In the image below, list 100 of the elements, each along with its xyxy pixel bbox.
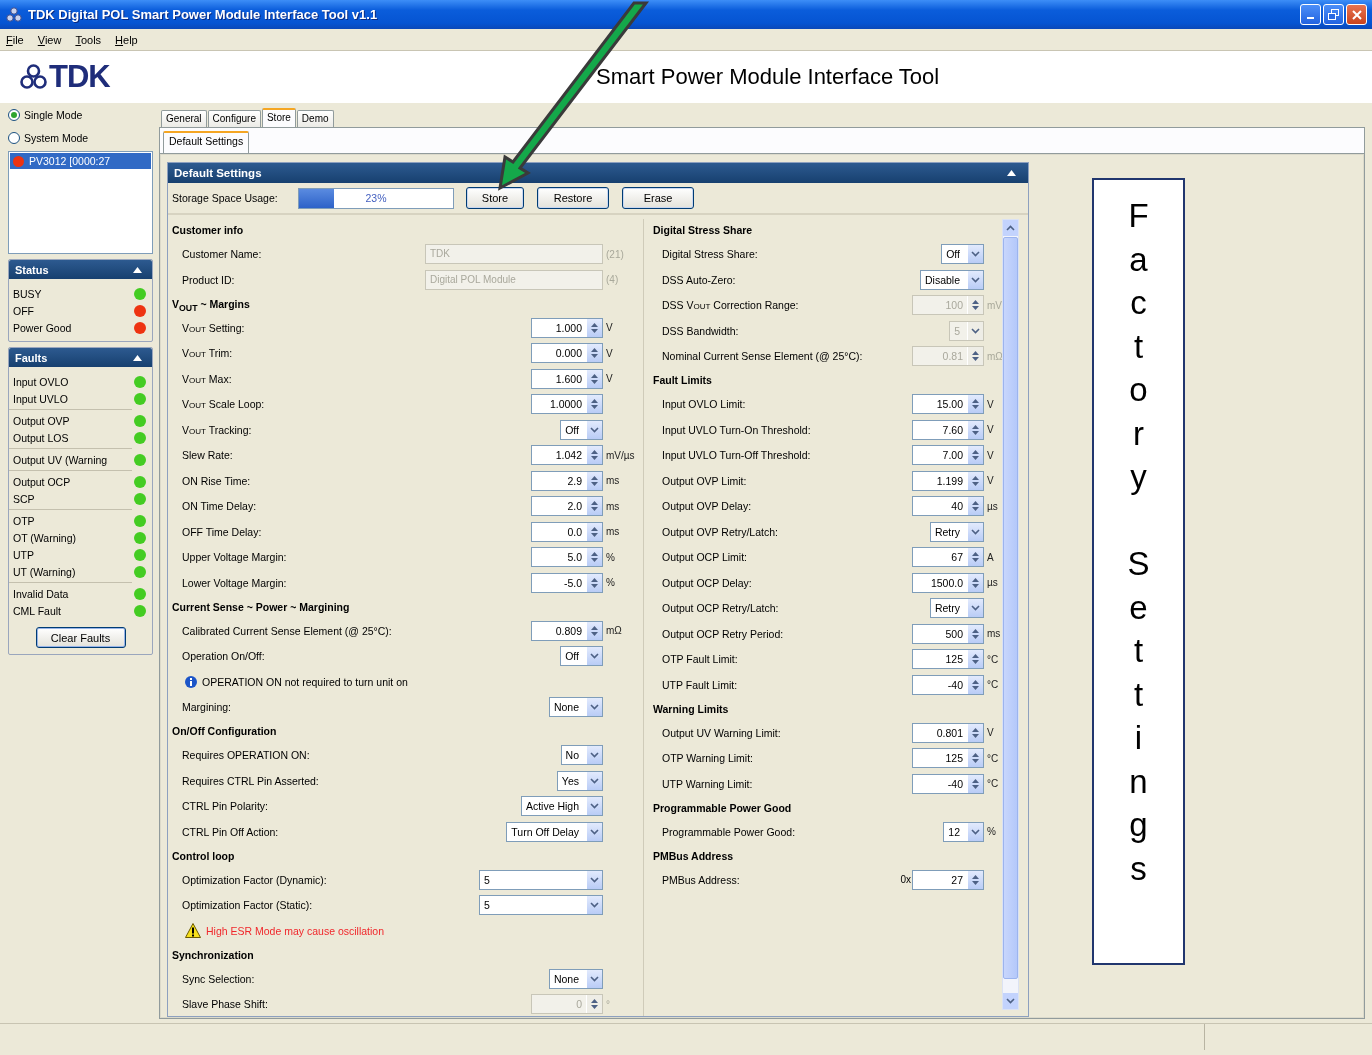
stepper-buttons[interactable] (967, 446, 983, 465)
dropdown[interactable]: Yes (556, 770, 603, 791)
stepper-buttons[interactable] (586, 395, 602, 414)
tab[interactable]: Configure (207, 110, 261, 127)
number-field[interactable]: 0.809 (531, 620, 603, 641)
tab[interactable]: Demo (296, 110, 334, 127)
dropdown[interactable]: Active High (520, 796, 603, 817)
menu-item[interactable]: Help (115, 33, 138, 46)
tab[interactable]: Default Settings (163, 131, 250, 153)
stepper-buttons[interactable] (967, 573, 983, 592)
number-field[interactable]: 7.00 (912, 445, 984, 466)
tab[interactable]: General (161, 110, 207, 127)
dropdown[interactable]: Retry (929, 598, 984, 619)
action-button[interactable]: Restore (537, 187, 609, 209)
dropdown-arrow-button[interactable] (586, 698, 602, 717)
number-field[interactable]: -40 (912, 773, 984, 794)
number-field[interactable]: 125 (912, 748, 984, 769)
dropdown[interactable]: Turn Off Delay (506, 821, 603, 842)
dropdown[interactable]: None (548, 697, 603, 718)
stepper-buttons[interactable] (967, 395, 983, 414)
number-field[interactable]: 1.042 (531, 445, 603, 466)
dropdown-arrow-button[interactable] (586, 771, 602, 790)
number-field[interactable]: 1.000 (531, 317, 603, 338)
number-field[interactable]: 125 (912, 649, 984, 670)
stepper-buttons[interactable] (967, 497, 983, 516)
clear-faults-button[interactable]: Clear Faults (35, 627, 126, 648)
number-field[interactable]: 2.0 (531, 496, 603, 517)
stepper-buttons[interactable] (586, 522, 602, 541)
dropdown-arrow-button[interactable] (586, 896, 602, 915)
dropdown[interactable]: Retry (929, 521, 984, 542)
number-field[interactable]: 0.0 (531, 521, 603, 542)
dropdown[interactable]: Disable (919, 269, 984, 290)
number-field[interactable]: 0.801 (912, 722, 984, 743)
number-field[interactable]: 2.9 (531, 470, 603, 491)
dropdown-arrow-button[interactable] (967, 245, 983, 264)
radio-button[interactable] (8, 131, 20, 144)
restore-button[interactable] (1323, 4, 1344, 25)
dropdown-arrow-button[interactable] (586, 870, 602, 889)
stepper-buttons[interactable] (586, 318, 602, 337)
radio-button[interactable] (8, 108, 20, 121)
stepper-buttons[interactable] (967, 548, 983, 567)
menu-item[interactable]: View (37, 33, 62, 46)
number-field[interactable]: -40 (912, 674, 984, 695)
dropdown-arrow-button[interactable] (586, 647, 602, 666)
dropdown-arrow-button[interactable] (967, 822, 983, 841)
stepper-buttons[interactable] (967, 870, 983, 889)
dropdown[interactable]: Off (560, 419, 603, 440)
number-field[interactable]: 1.0000 (531, 394, 603, 415)
stepper-buttons[interactable] (586, 471, 602, 490)
dropdown[interactable]: No (560, 745, 603, 766)
number-field[interactable]: 1500.0 (912, 572, 984, 593)
dropdown-arrow-button[interactable] (586, 822, 602, 841)
stepper-buttons[interactable] (967, 723, 983, 742)
menu-item[interactable]: File (6, 33, 24, 46)
dropdown[interactable]: None (548, 968, 603, 989)
dropdown[interactable]: 5 (479, 869, 603, 890)
number-field[interactable]: 5.0 (531, 547, 603, 568)
stepper-buttons[interactable] (586, 548, 602, 567)
stepper-buttons[interactable] (967, 774, 983, 793)
dropdown-arrow-button[interactable] (586, 797, 602, 816)
number-field[interactable]: 27 (912, 869, 984, 890)
stepper-buttons[interactable] (586, 573, 602, 592)
tab[interactable]: Store (261, 108, 296, 127)
dropdown[interactable]: Off (560, 646, 603, 667)
dropdown-arrow-button[interactable] (967, 270, 983, 289)
dropdown-arrow-button[interactable] (586, 969, 602, 988)
number-field[interactable]: 15.00 (912, 394, 984, 415)
stepper-buttons[interactable] (967, 420, 983, 439)
dropdown-arrow-button[interactable] (586, 746, 602, 765)
minimize-button[interactable] (1300, 4, 1321, 25)
number-field[interactable]: 0.000 (531, 343, 603, 364)
stepper-buttons[interactable] (967, 675, 983, 694)
stepper-buttons[interactable] (967, 471, 983, 490)
stepper-buttons[interactable] (586, 497, 602, 516)
number-field[interactable]: 1.600 (531, 368, 603, 389)
stepper-buttons[interactable] (586, 369, 602, 388)
action-button[interactable]: Erase (622, 187, 694, 209)
stepper-buttons[interactable] (967, 650, 983, 669)
stepper-buttons[interactable] (586, 621, 602, 640)
stepper-buttons[interactable] (967, 749, 983, 768)
number-field[interactable]: 7.60 (912, 419, 984, 440)
dropdown[interactable]: Off (941, 244, 984, 265)
number-field[interactable]: 67 (912, 547, 984, 568)
scrollbar[interactable] (1002, 219, 1019, 1010)
dropdown-arrow-button[interactable] (967, 522, 983, 541)
stepper-buttons[interactable] (586, 446, 602, 465)
menu-item[interactable]: Tools (75, 33, 102, 46)
close-button[interactable] (1346, 4, 1367, 25)
number-field[interactable]: 1.199 (912, 470, 984, 491)
stepper-buttons[interactable] (967, 624, 983, 643)
dropdown-arrow-button[interactable] (967, 599, 983, 618)
number-field[interactable]: 40 (912, 496, 984, 517)
number-field[interactable]: 500 (912, 623, 984, 644)
dropdown[interactable]: 12 (943, 821, 984, 842)
stepper-buttons[interactable] (586, 344, 602, 363)
device-item[interactable]: PV3012 [0000:27 (10, 153, 151, 169)
dropdown[interactable]: 5 (479, 895, 603, 916)
dropdown-arrow-button[interactable] (586, 420, 602, 439)
action-button[interactable]: Store (466, 187, 524, 209)
number-field[interactable]: -5.0 (531, 572, 603, 593)
